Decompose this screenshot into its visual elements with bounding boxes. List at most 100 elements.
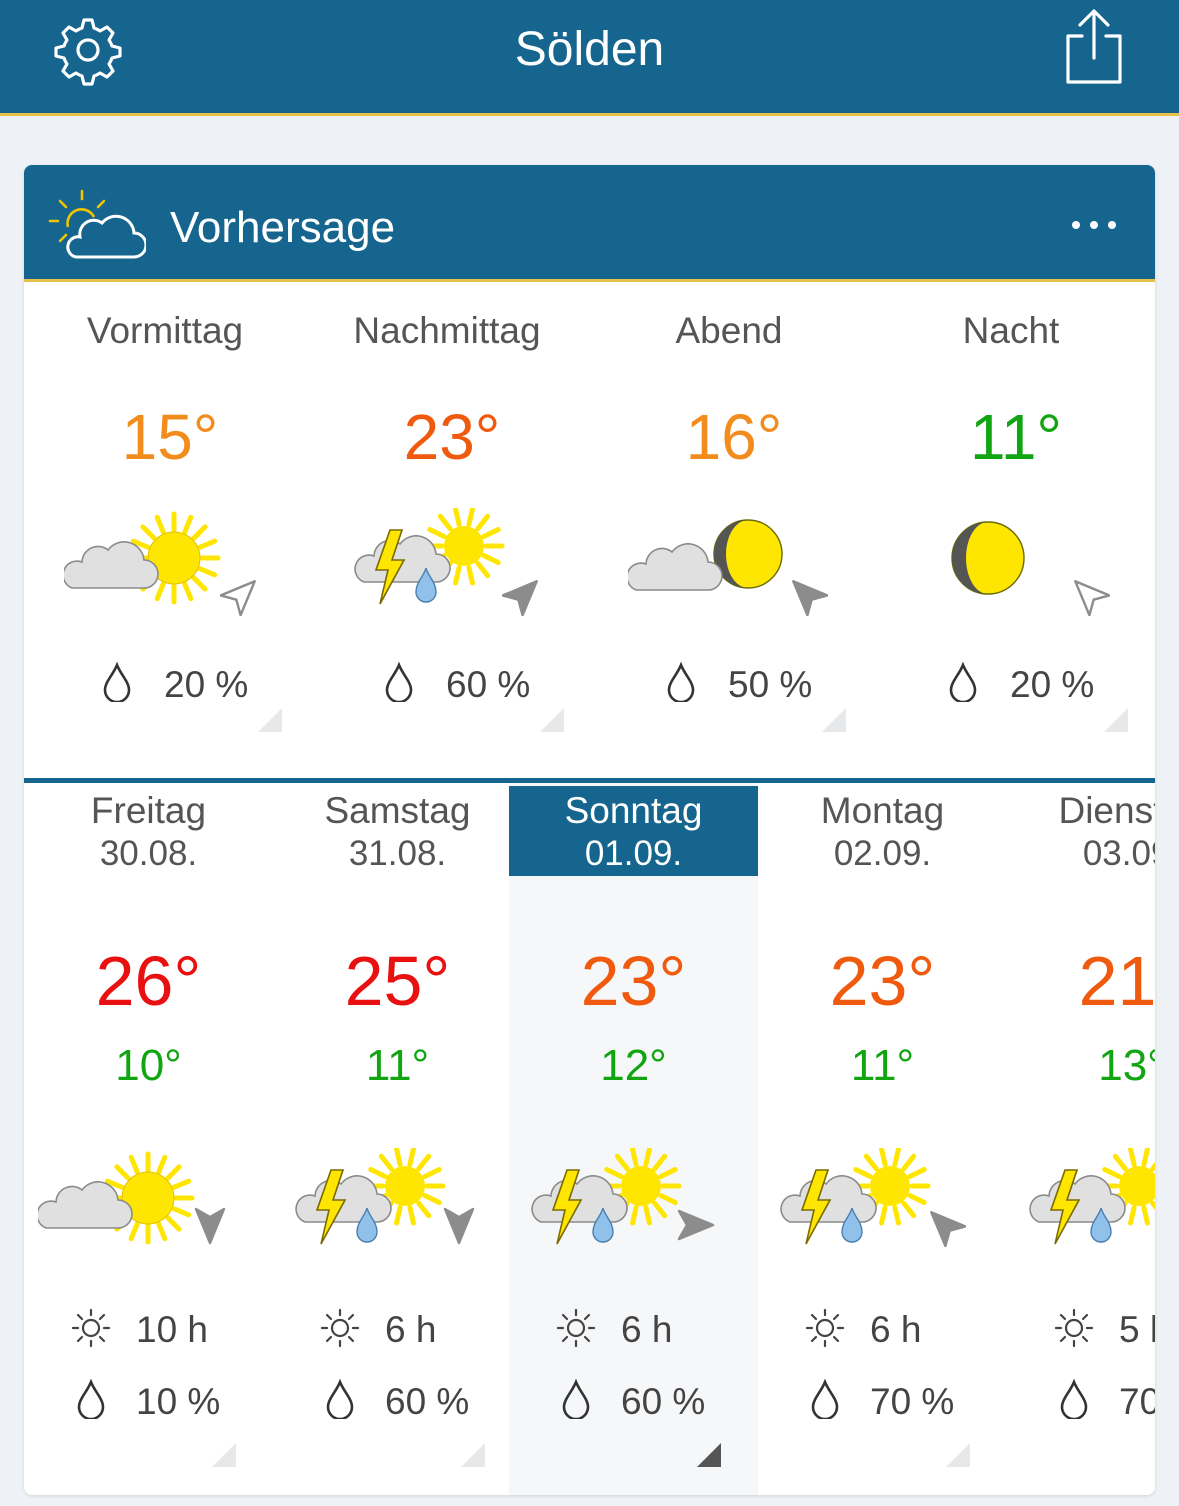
period-label: Abend [675, 310, 783, 351]
max-temperature: 26° [95, 942, 202, 1020]
daily-forecast: Freitag 30.08. 26° 10° 10 h 10 % Samstag… [24, 783, 1155, 1495]
period-evening[interactable]: Abend 16° 50 % [588, 282, 870, 778]
sun-outline-icon [1054, 1308, 1094, 1348]
min-temperature: 11° [850, 1041, 915, 1090]
page-title: Sölden [514, 23, 665, 76]
day-name: Sonntag [564, 790, 703, 831]
rain-value: 60 % [621, 1381, 706, 1422]
thunderstorm-icon [346, 506, 506, 618]
day-column[interactable]: Samstag 31.08. 25° 11° 6 h 60 % [273, 783, 522, 1495]
wind-direction-icon [673, 1203, 717, 1247]
wind-direction-icon [437, 1203, 481, 1247]
period-label: Nacht [962, 310, 1060, 351]
wind-direction-icon [188, 1203, 232, 1247]
rain-probability: 70 % [1053, 1377, 1155, 1423]
wind-direction-icon [784, 572, 829, 617]
sunshine-hours: 10 h [70, 1305, 270, 1351]
raindrop-icon [1060, 1379, 1088, 1419]
expand-corner-icon [1104, 708, 1128, 732]
sunshine-hours: 6 h [319, 1305, 519, 1351]
rain-value: 20 % [1010, 664, 1095, 705]
raindrop-icon [77, 1379, 105, 1419]
expand-corner-icon [540, 708, 564, 732]
expand-corner-icon [697, 1443, 721, 1467]
day-date: 01.09. [584, 834, 683, 873]
share-icon[interactable] [1058, 6, 1130, 88]
forecast-title: Vorhersage [170, 203, 396, 252]
rain-probability: 50 % [662, 660, 862, 706]
sunshine-value: 10 h [136, 1309, 209, 1350]
raindrop-icon [103, 662, 131, 702]
rain-value: 10 % [136, 1381, 221, 1422]
rain-probability: 60 % [380, 660, 580, 706]
period-temperature: 23° [403, 401, 501, 473]
thunderstorm-icon [1021, 1146, 1155, 1258]
day-name: Samstag [324, 790, 471, 831]
period-temperature: 15° [121, 401, 219, 473]
day-header: Sonntag 01.09. [509, 786, 758, 876]
rain-probability: 70 % [804, 1377, 1004, 1423]
more-options-icon[interactable] [1064, 205, 1124, 245]
rain-probability: 60 % [555, 1377, 755, 1423]
day-header: Freitag 30.08. [24, 786, 273, 876]
day-date: 30.08. [99, 834, 198, 873]
day-column[interactable]: Freitag 30.08. 26° 10° 10 h 10 % [24, 783, 273, 1495]
rain-probability: 60 % [319, 1377, 519, 1423]
sunshine-value: 6 h [621, 1309, 673, 1350]
max-temperature: 21° [1078, 942, 1155, 1020]
rain-value: 70 % [870, 1381, 955, 1422]
sunshine-hours: 6 h [804, 1305, 1004, 1351]
day-header: Samstag 31.08. [273, 786, 522, 876]
forecast-card-header: Vorhersage [24, 165, 1155, 282]
period-label: Nachmittag [353, 310, 541, 351]
wind-direction-icon [1066, 572, 1111, 617]
sun-cloud-icon [36, 1148, 198, 1258]
sun-cloud-icon [62, 508, 224, 618]
day-column[interactable]: Montag 02.09. 23° 11° 6 h 70 % [758, 783, 1007, 1495]
raindrop-icon [949, 662, 977, 702]
thunderstorm-icon [287, 1146, 447, 1258]
day-date: 31.08. [348, 834, 447, 873]
period-night[interactable]: Nacht 11° 20 % [870, 282, 1152, 778]
rain-value: 70 % [1119, 1381, 1155, 1422]
day-column-selected[interactable]: Sonntag 01.09. 23° 12° 6 h 60 % [509, 783, 758, 1495]
period-afternoon[interactable]: Nachmittag 23° 60 % [306, 282, 588, 778]
wind-direction-icon [501, 572, 546, 617]
cloud-moon-icon [626, 508, 788, 618]
day-header: Montag 02.09. [758, 786, 1007, 876]
period-temperature: 11° [969, 401, 1063, 473]
rain-value: 50 % [728, 664, 813, 705]
period-forecast: Vormittag 15° 20 % Nachmittag 23° 60 % A… [24, 282, 1155, 778]
sunshine-hours: 6 h [555, 1305, 755, 1351]
day-date: 03.09. [1082, 834, 1155, 873]
raindrop-icon [385, 662, 413, 702]
period-temperature: 16° [685, 401, 783, 473]
day-date: 02.09. [833, 834, 932, 873]
sunshine-value: 5 h [1119, 1309, 1155, 1350]
sun-outline-icon [805, 1308, 845, 1348]
day-name: Dienstag [1058, 790, 1155, 831]
expand-corner-icon [212, 1443, 236, 1467]
moon-icon [910, 508, 1070, 618]
raindrop-icon [562, 1379, 590, 1419]
min-temperature: 11° [365, 1041, 430, 1090]
rain-value: 20 % [164, 664, 249, 705]
day-column[interactable]: Dienstag 03.09. 21° 13° 5 h 70 % [1007, 783, 1155, 1495]
sun-outline-icon [556, 1308, 596, 1348]
wind-direction-icon [922, 1203, 967, 1248]
rain-value: 60 % [446, 664, 531, 705]
period-morning[interactable]: Vormittag 15° 20 % [24, 282, 306, 778]
expand-corner-icon [258, 708, 282, 732]
forecast-card: Vorhersage Vormittag 15° 20 % Nachmittag… [24, 165, 1155, 1495]
min-temperature: 10° [115, 1041, 182, 1090]
raindrop-icon [667, 662, 695, 702]
top-bar: Sölden [0, 0, 1179, 116]
rain-probability: 20 % [98, 660, 298, 706]
min-temperature: 12° [600, 1041, 667, 1090]
day-header: Dienstag 03.09. [1007, 786, 1155, 876]
raindrop-icon [326, 1379, 354, 1419]
thunderstorm-icon [523, 1146, 683, 1258]
sun-outline-icon [71, 1308, 111, 1348]
max-temperature: 23° [580, 942, 687, 1020]
thunderstorm-icon [772, 1146, 932, 1258]
